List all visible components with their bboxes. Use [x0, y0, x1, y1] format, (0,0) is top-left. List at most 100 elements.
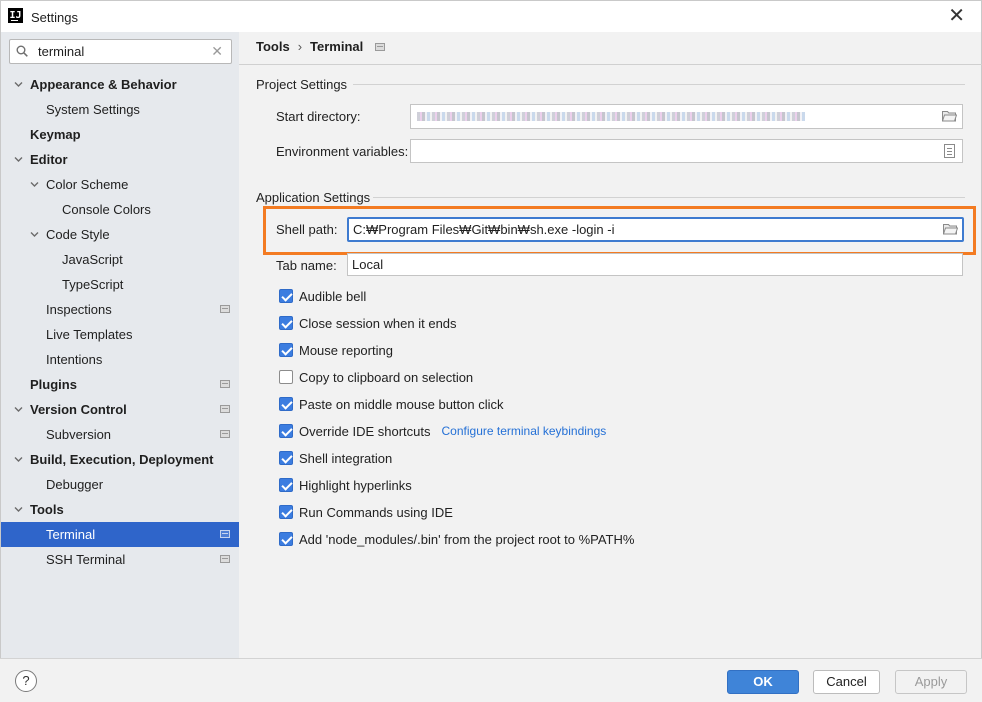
option-mouse-reporting[interactable]: Mouse reporting: [279, 341, 393, 359]
cancel-button[interactable]: Cancel: [813, 670, 880, 694]
sidebar-item-intentions[interactable]: Intentions: [1, 347, 240, 372]
tab-name-field[interactable]: [347, 253, 963, 276]
project-level-icon: [220, 530, 230, 538]
sidebar-item-javascript[interactable]: JavaScript: [1, 247, 240, 272]
start-directory-label: Start directory:: [276, 109, 361, 124]
option-label: Copy to clipboard on selection: [299, 369, 474, 385]
tab-name-label: Tab name:: [276, 258, 337, 273]
sidebar-item-console-colors[interactable]: Console Colors: [1, 197, 240, 222]
clear-search-icon[interactable]: ✕: [211, 43, 223, 59]
sidebar-item-build-execution-deployment[interactable]: Build, Execution, Deployment: [1, 447, 240, 472]
checkbox-checked[interactable]: [279, 316, 293, 330]
option-run-commands-using-ide[interactable]: Run Commands using IDE: [279, 503, 453, 521]
sidebar-item-version-control[interactable]: Version Control: [1, 397, 240, 422]
option-label: Close session when it ends: [299, 315, 457, 331]
browse-env-vars-icon[interactable]: [944, 144, 955, 158]
shell-path-field[interactable]: [347, 217, 964, 242]
apply-button[interactable]: Apply: [895, 670, 967, 694]
option-paste-on-middle-mouse-button-click[interactable]: Paste on middle mouse button click: [279, 395, 504, 413]
option-label: Paste on middle mouse button click: [299, 396, 504, 412]
sidebar-item-label: Keymap: [30, 127, 81, 142]
sidebar-item-ssh-terminal[interactable]: SSH Terminal: [1, 547, 240, 572]
application-settings-heading: Application Settings: [256, 190, 371, 205]
checkbox-checked[interactable]: [279, 289, 293, 303]
breadcrumb: Tools › Terminal: [256, 39, 386, 54]
start-directory-field[interactable]: [410, 104, 963, 129]
sidebar-item-appearance-behavior[interactable]: Appearance & Behavior: [1, 72, 240, 97]
sidebar-item-label: Color Scheme: [46, 177, 129, 192]
start-directory-value-redacted: [417, 112, 805, 121]
breadcrumb-terminal: Terminal: [310, 39, 364, 54]
folder-icon[interactable]: [942, 110, 957, 122]
help-icon[interactable]: ?: [15, 670, 37, 692]
sidebar-item-label: Inspections: [46, 302, 112, 317]
tab-name-input[interactable]: [352, 256, 952, 273]
chevron-down-icon[interactable]: [14, 455, 23, 464]
sidebar-item-plugins[interactable]: Plugins: [1, 372, 240, 397]
option-override-ide-shortcuts[interactable]: Override IDE shortcuts Configure terminal…: [279, 422, 606, 440]
project-level-icon: [220, 430, 230, 438]
option-audible-bell[interactable]: Audible bell: [279, 287, 366, 305]
sidebar-item-inspections[interactable]: Inspections: [1, 297, 240, 322]
checkbox-checked[interactable]: [279, 343, 293, 357]
checkbox-checked[interactable]: [279, 451, 293, 465]
close-icon[interactable]: ✕: [948, 5, 965, 27]
chevron-down-icon[interactable]: [14, 80, 23, 89]
option-label: Add 'node_modules/.bin' from the project…: [299, 531, 635, 547]
option-close-session-when-it-ends[interactable]: Close session when it ends: [279, 314, 457, 332]
settings-search-box: ✕: [9, 39, 232, 64]
search-icon: [16, 45, 28, 57]
project-level-icon: [220, 380, 230, 388]
sidebar-item-debugger[interactable]: Debugger: [1, 472, 240, 497]
sidebar-item-color-scheme[interactable]: Color Scheme: [1, 172, 240, 197]
settings-tree: Appearance & Behavior System Settings Keym…: [1, 72, 240, 572]
sidebar-item-code-style[interactable]: Code Style: [1, 222, 240, 247]
chevron-down-icon[interactable]: [14, 505, 23, 514]
chevron-down-icon[interactable]: [14, 405, 23, 414]
breadcrumb-tools[interactable]: Tools: [256, 39, 290, 54]
sidebar-item-system-settings[interactable]: System Settings: [1, 97, 240, 122]
project-level-icon: [220, 555, 230, 563]
option-label: Override IDE shortcuts: [299, 423, 431, 439]
settings-content-panel: Tools › Terminal Project Settings Start …: [239, 32, 982, 658]
option-label: Run Commands using IDE: [299, 504, 453, 520]
chevron-down-icon[interactable]: [30, 180, 39, 189]
option-shell-integration[interactable]: Shell integration: [279, 449, 392, 467]
sidebar-item-label: Console Colors: [62, 202, 151, 217]
sidebar-item-subversion[interactable]: Subversion: [1, 422, 240, 447]
option-label: Highlight hyperlinks: [299, 477, 412, 493]
checkbox-checked[interactable]: [279, 397, 293, 411]
settings-sidebar: ✕ Appearance & Behavior System Settings Ke…: [0, 32, 240, 658]
sidebar-item-label: Intentions: [46, 352, 103, 367]
project-level-icon: [220, 305, 230, 313]
option-highlight-hyperlinks[interactable]: Highlight hyperlinks: [279, 476, 412, 494]
configure-keybindings-link[interactable]: Configure terminal keybindings: [442, 424, 607, 438]
checkbox-unchecked[interactable]: [279, 370, 293, 384]
environment-variables-field[interactable]: [410, 139, 963, 163]
sidebar-item-label: Appearance & Behavior: [30, 77, 177, 92]
sidebar-item-keymap[interactable]: Keymap: [1, 122, 240, 147]
sidebar-item-label: Code Style: [46, 227, 110, 242]
checkbox-checked[interactable]: [279, 478, 293, 492]
sidebar-item-typescript[interactable]: TypeScript: [1, 272, 240, 297]
intellij-app-icon: IJ: [8, 8, 23, 23]
folder-icon[interactable]: [943, 223, 958, 235]
settings-search-input[interactable]: [38, 43, 208, 60]
option-copy-to-clipboard-on-selection[interactable]: Copy to clipboard on selection: [279, 368, 473, 386]
sidebar-item-terminal[interactable]: Terminal: [1, 522, 240, 547]
checkbox-checked[interactable]: [279, 505, 293, 519]
sidebar-item-label: Build, Execution, Deployment: [30, 452, 214, 467]
checkbox-checked[interactable]: [279, 532, 293, 546]
sidebar-item-editor[interactable]: Editor: [1, 147, 240, 172]
ok-button[interactable]: OK: [727, 670, 799, 694]
title-bar: IJ Settings ✕: [0, 0, 982, 32]
chevron-down-icon[interactable]: [30, 230, 39, 239]
sidebar-item-live-templates[interactable]: Live Templates: [1, 322, 240, 347]
shell-path-label: Shell path:: [276, 222, 338, 237]
option-add-node-modules-bin-from-the-project-root-to-path[interactable]: Add 'node_modules/.bin' from the project…: [279, 530, 634, 548]
checkbox-checked[interactable]: [279, 424, 293, 438]
shell-path-input[interactable]: [353, 221, 933, 238]
chevron-down-icon[interactable]: [14, 155, 23, 164]
sidebar-item-tools[interactable]: Tools: [1, 497, 240, 522]
project-settings-divider: [353, 84, 965, 85]
